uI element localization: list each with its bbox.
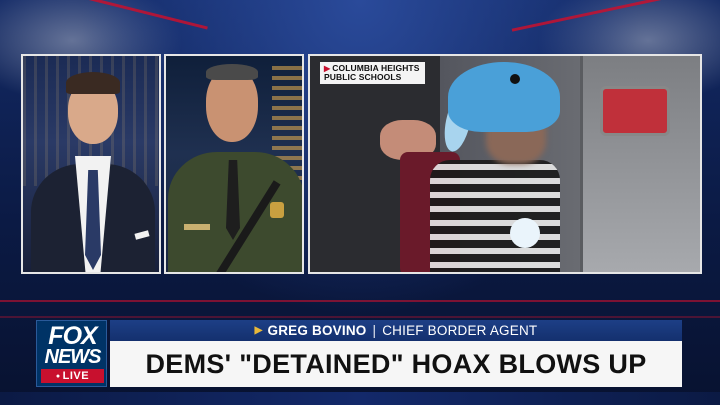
vehicle [580, 56, 700, 272]
host-video-panel [21, 54, 161, 274]
host-hair [66, 72, 120, 94]
child-coat [430, 160, 560, 272]
headline-banner: DEMS' "DETAINED" HOAX BLOWS UP [110, 341, 682, 387]
nameplate-separator: | [372, 323, 377, 338]
live-badge: ● LIVE [41, 369, 104, 383]
guest-name: GREG BOVINO [267, 323, 367, 338]
live-dot-icon: ● [55, 373, 61, 380]
guest-nametag [184, 224, 210, 230]
fox-news-logo: FOX NEWS ● LIVE [36, 320, 107, 387]
broll-video-panel: ▶ COLUMBIA HEIGHTS PUBLIC SCHOOLS [308, 54, 702, 274]
bottom-strip [0, 392, 720, 405]
headline-text: DEMS' "DETAINED" HOAX BLOWS UP [145, 348, 647, 379]
guest-nameplate: ▶ GREG BOVINO | CHIEF BORDER AGENT [110, 320, 682, 341]
tail-light [600, 86, 670, 136]
source-label-line2: PUBLIC SCHOOLS [324, 72, 402, 82]
guest-title: CHIEF BORDER AGENT [382, 323, 538, 338]
guest-hair [206, 64, 258, 80]
video-source-label: ▶ COLUMBIA HEIGHTS PUBLIC SCHOOLS [320, 62, 425, 84]
badge-icon [270, 202, 284, 218]
hat-pompom [510, 218, 540, 248]
light-streak [0, 316, 720, 318]
live-label: LIVE [62, 370, 90, 382]
logo-news-text: NEWS [44, 346, 102, 368]
light-streak [0, 300, 720, 302]
play-arrow-icon: ▶ [254, 325, 263, 336]
guest-video-panel [164, 54, 304, 274]
child-hat [448, 62, 560, 132]
hat-eye [510, 74, 520, 84]
